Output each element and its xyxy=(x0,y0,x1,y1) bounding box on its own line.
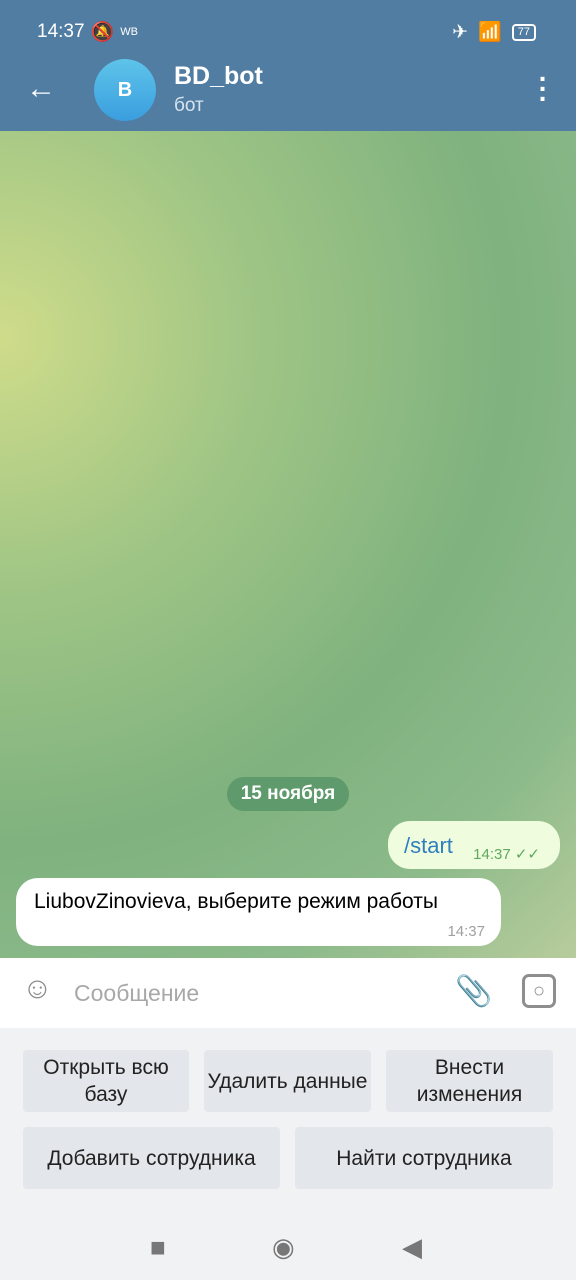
message-text[interactable]: /start xyxy=(404,833,453,858)
carrier-badge: WB xyxy=(120,26,138,38)
message-text: LiubovZinovieva, выберите режим работы xyxy=(34,890,438,913)
message-input[interactable]: Сообщение xyxy=(74,980,199,1007)
keyboard-button-open-db[interactable]: Открыть всю базу xyxy=(23,1050,189,1112)
message-composer[interactable]: ☺ Сообщение 📎 ○ xyxy=(0,958,576,1028)
outgoing-message[interactable]: /start 14:37 ✓✓ xyxy=(388,821,560,869)
incoming-message[interactable]: LiubovZinovieva, выберите режим работы 1… xyxy=(16,878,501,946)
back-arrow-icon[interactable]: ← xyxy=(26,72,56,106)
attach-icon[interactable]: 📎 xyxy=(455,974,492,1009)
recents-icon[interactable]: ■ xyxy=(150,1232,166,1263)
keyboard-button-add-employee[interactable]: Добавить сотрудника xyxy=(23,1127,280,1189)
system-nav-bar: ■ ◉ ◀ xyxy=(0,1214,576,1280)
avatar[interactable]: B xyxy=(94,59,156,121)
status-time: 14:37 xyxy=(37,21,85,42)
airplane-icon: ✈ xyxy=(452,21,469,43)
avatar-letter: B xyxy=(117,78,133,101)
battery-icon: 77 xyxy=(511,23,536,41)
wifi-icon: 📶 xyxy=(478,22,502,43)
more-vert-icon[interactable]: · · · xyxy=(539,65,548,113)
app-header: 14:37 🔕 WB ✈ 📶 77 ← B BD_bot бот · · · xyxy=(0,0,576,131)
emoji-icon[interactable]: ☺ xyxy=(22,972,53,1006)
keyboard-button-edit[interactable]: Внести изменения xyxy=(386,1050,553,1112)
chat-title[interactable]: BD_bot xyxy=(174,62,263,91)
keyboard-button-find-employee[interactable]: Найти сотрудника xyxy=(295,1127,553,1189)
bot-keyboard: Открыть всю базу Удалить данные Внести и… xyxy=(0,1028,576,1214)
chat-area[interactable]: 15 ноября /start 14:37 ✓✓ LiubovZinoviev… xyxy=(0,131,576,958)
chat-subtitle: бот xyxy=(174,95,204,116)
camera-icon[interactable]: ○ xyxy=(522,974,556,1008)
home-icon[interactable]: ◉ xyxy=(272,1232,295,1263)
status-bar: 14:37 🔕 WB ✈ 📶 77 xyxy=(37,20,536,44)
double-check-icon: ✓✓ xyxy=(514,846,540,863)
mute-icon: 🔕 xyxy=(90,22,115,43)
keyboard-button-delete[interactable]: Удалить данные xyxy=(204,1050,371,1112)
date-badge: 15 ноября xyxy=(227,777,349,811)
back-icon[interactable]: ◀ xyxy=(402,1232,422,1263)
message-time: 14:37 xyxy=(447,923,485,940)
message-time: 14:37 ✓✓ xyxy=(473,846,540,863)
